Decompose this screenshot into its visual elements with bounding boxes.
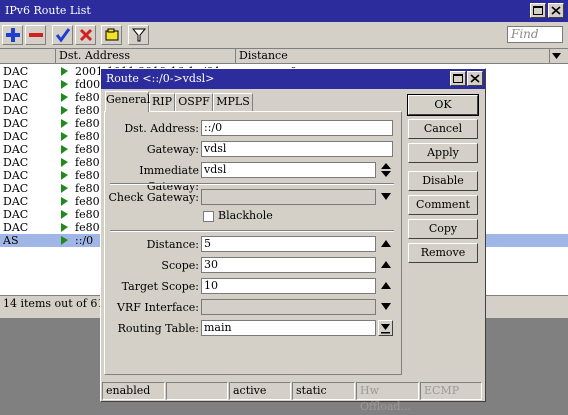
route-active-icon (61, 184, 68, 193)
route-dst-address: ::/0 (75, 234, 94, 247)
route-type: DAC (3, 156, 29, 169)
vrf-interface-select[interactable] (201, 299, 376, 315)
add-icon[interactable] (2, 25, 23, 45)
routing-table-label: Routing Table: (117, 322, 199, 335)
dialog-status-bar: enabled active static Hw Offload... ECMP (102, 382, 484, 413)
collapse-up-icon[interactable] (381, 240, 391, 248)
distance-label: Distance: (146, 238, 199, 251)
chevron-down-icon[interactable] (381, 193, 391, 201)
immediate-gateway-label: Immediate Gateway: (139, 164, 199, 193)
tab-general[interactable]: General (105, 91, 150, 112)
route-active-icon (61, 210, 68, 219)
status-active: active (229, 382, 291, 400)
cancel-button[interactable]: Cancel (408, 119, 478, 139)
disable-icon[interactable] (75, 25, 96, 45)
routing-table-select[interactable]: main (201, 320, 376, 336)
route-active-icon (61, 158, 68, 167)
dialog-close-icon[interactable] (467, 71, 483, 86)
dst-address-field[interactable]: ::/0 (201, 120, 393, 136)
scope-field[interactable]: 30 (201, 257, 376, 273)
route-type: DAC (3, 169, 29, 182)
route-type: DAC (3, 221, 29, 234)
route-type: DAC (3, 130, 29, 143)
chevron-down-icon[interactable] (381, 303, 391, 311)
maximize-icon[interactable] (530, 3, 546, 18)
collapse-up-icon[interactable] (381, 261, 391, 269)
status-empty (166, 382, 228, 400)
tab-ospf[interactable]: OSPF (175, 93, 213, 111)
scope-label: Scope: (161, 259, 199, 272)
route-active-icon (61, 132, 68, 141)
status-enabled: enabled (102, 382, 165, 400)
dst-address-label: Dst. Address: (124, 122, 199, 135)
route-type: DAC (3, 91, 29, 104)
route-active-icon (61, 119, 68, 128)
route-dialog: Route <::/0->vdsl> General RIP OSPF MPLS… (100, 68, 486, 413)
find-input[interactable]: Find (507, 26, 563, 43)
dialog-maximize-icon[interactable] (450, 71, 466, 86)
updown-icon[interactable] (381, 162, 391, 178)
window-title: IPv6 Route List (5, 4, 91, 17)
check-gateway-select[interactable] (201, 189, 376, 205)
apply-button[interactable]: Apply (408, 143, 478, 163)
collapse-up-icon[interactable] (381, 282, 391, 290)
comment-icon[interactable] (101, 25, 122, 45)
filter-icon[interactable] (128, 25, 149, 45)
route-active-icon (61, 236, 68, 245)
route-active-icon (61, 223, 68, 232)
status-ecmp: ECMP (420, 382, 482, 400)
route-type: DAC (3, 143, 29, 156)
route-type: DAC (3, 78, 29, 91)
ok-button[interactable]: OK (407, 94, 479, 116)
remove-icon[interactable] (25, 25, 46, 45)
column-header-dst-address[interactable]: Dst. Address (56, 49, 236, 64)
remove-button[interactable]: Remove (408, 243, 478, 263)
route-type: DAC (3, 117, 29, 130)
separator (110, 183, 394, 185)
route-type: AS (3, 234, 19, 247)
route-active-icon (61, 93, 68, 102)
route-active-icon (61, 197, 68, 206)
dialog-title: Route <::/0->vdsl> (106, 72, 215, 85)
blackhole-label: Blackhole (218, 209, 273, 222)
target-scope-field[interactable]: 10 (201, 278, 376, 294)
distance-field[interactable]: 5 (201, 236, 376, 252)
blackhole-checkbox[interactable] (203, 211, 214, 222)
close-icon[interactable] (548, 3, 564, 18)
gateway-label: Gateway: (146, 143, 199, 156)
route-active-icon (61, 67, 68, 76)
status-hw-offload: Hw Offload... (356, 382, 419, 413)
column-menu-icon[interactable] (550, 49, 568, 64)
route-type: DAC (3, 104, 29, 117)
route-active-icon (61, 80, 68, 89)
route-type: DAC (3, 208, 29, 221)
route-active-icon (61, 145, 68, 154)
tab-mpls[interactable]: MPLS (213, 93, 253, 111)
column-header-type[interactable] (0, 49, 56, 64)
gateway-field[interactable]: vdsl (201, 141, 393, 157)
enable-icon[interactable] (52, 25, 73, 45)
column-header-distance[interactable]: Distance (236, 49, 550, 64)
status-static: static (292, 382, 355, 400)
route-dialog-titlebar[interactable]: Route <::/0->vdsl> (101, 69, 485, 89)
disable-button[interactable]: Disable (408, 171, 478, 191)
dropdown-arrow-icon[interactable] (378, 320, 393, 336)
route-active-icon (61, 171, 68, 180)
target-scope-label: Target Scope: (121, 280, 199, 293)
check-gateway-label: Check Gateway: (108, 191, 199, 204)
route-active-icon (61, 106, 68, 115)
route-type: DAC (3, 182, 29, 195)
comment-button[interactable]: Comment (408, 195, 478, 215)
route-list-titlebar[interactable]: IPv6 Route List (0, 0, 568, 22)
vrf-interface-label: VRF Interface: (117, 301, 199, 314)
tab-rip[interactable]: RIP (149, 93, 175, 111)
general-panel: Dst. Address: ::/0 Gateway: vdsl Immedia… (104, 111, 402, 375)
copy-button[interactable]: Copy (408, 219, 478, 239)
route-type: DAC (3, 195, 29, 208)
route-type: DAC (3, 65, 29, 78)
immediate-gateway-field[interactable]: vdsl (201, 162, 376, 178)
separator (110, 230, 394, 232)
